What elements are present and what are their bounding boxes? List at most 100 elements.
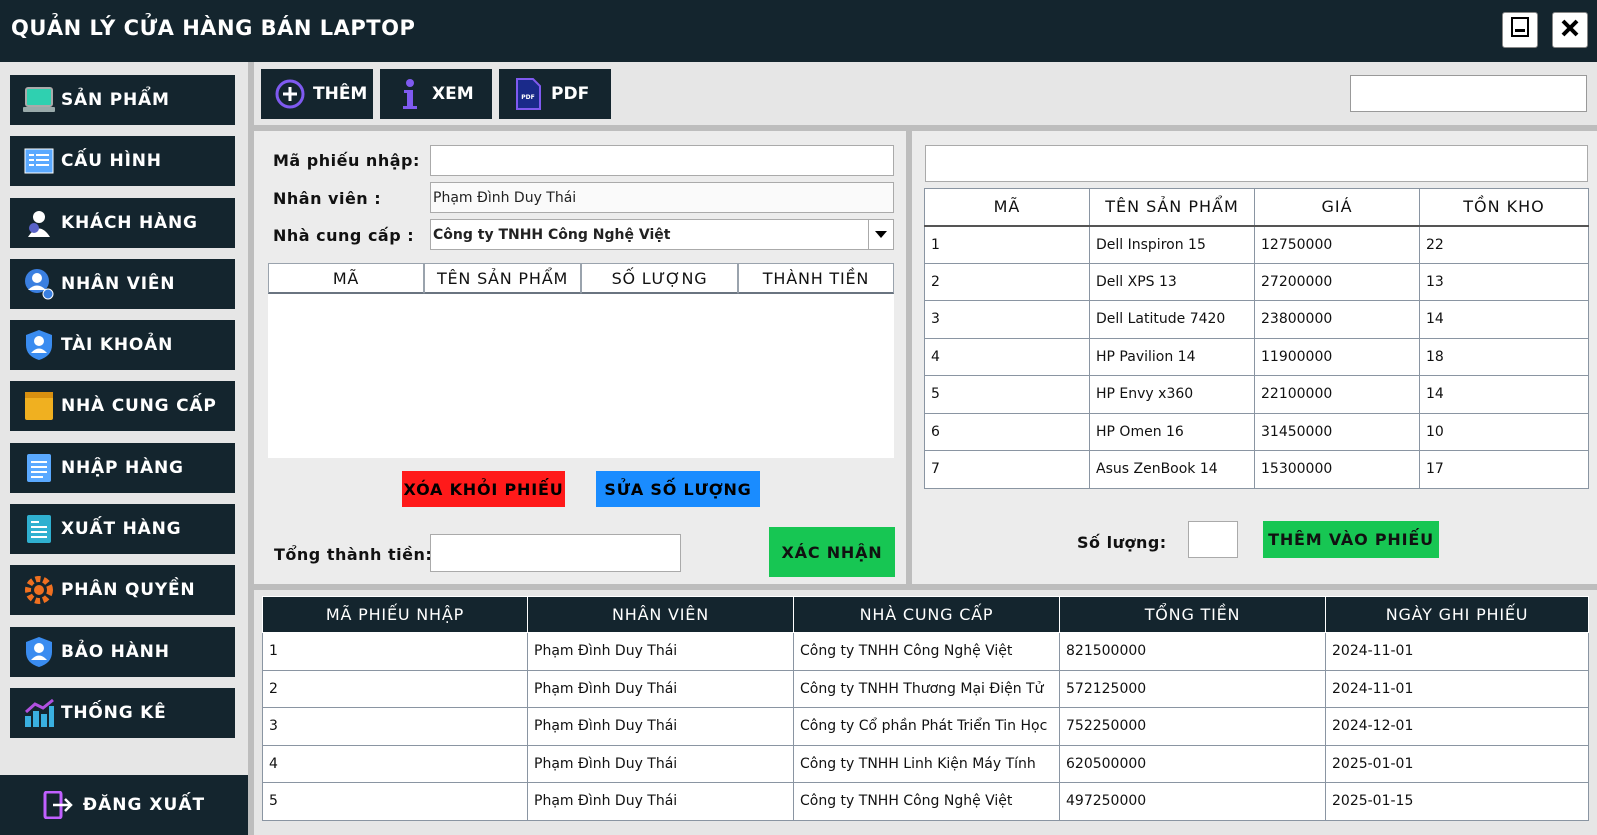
table-cell: 2 <box>924 262 1090 301</box>
table-cell: 5 <box>262 782 528 821</box>
table-cell: 2025-01-15 <box>1325 782 1589 821</box>
chevron-down-icon[interactable] <box>868 220 893 249</box>
column-header[interactable]: GIÁ <box>1254 188 1420 227</box>
receipt-items-table-body[interactable] <box>268 294 894 458</box>
sidebar: SẢN PHẨM CẤU HÌNH KHÁCH HÀNG NHÂN VIÊN T… <box>0 62 248 835</box>
table-row[interactable]: 1 Dell Inspiron 15 12750000 22 <box>924 225 1589 264</box>
pdf-label: PDF <box>551 84 590 104</box>
table-row[interactable]: 3 Phạm Đình Duy Thái Công ty Cổ phần Phát … <box>262 707 1589 746</box>
remove-from-receipt-button[interactable]: XÓA KHỎI PHIẾU <box>402 471 565 507</box>
document-icon <box>23 513 55 545</box>
logout-button[interactable]: ĐĂNG XUẤT <box>0 775 248 835</box>
table-cell: 27200000 <box>1254 262 1420 301</box>
sidebar-item-label: NHẬP HÀNG <box>61 458 184 478</box>
column-header[interactable]: NHÂN VIÊN <box>527 596 794 633</box>
column-header[interactable]: MÃ <box>924 188 1090 227</box>
table-cell: 14 <box>1419 300 1589 339</box>
logout-icon <box>43 791 73 819</box>
table-cell: Dell XPS 13 <box>1089 262 1255 301</box>
add-label: THÊM <box>313 84 368 104</box>
table-cell: 17 <box>1419 450 1589 489</box>
column-header[interactable]: TÊN SẢN PHẨM <box>424 263 581 294</box>
sidebar-item-statistics[interactable]: THỐNG KÊ <box>10 688 235 738</box>
table-cell: 3 <box>924 300 1090 339</box>
receipt-code-input[interactable] <box>430 145 894 176</box>
sidebar-item-label: CẤU HÌNH <box>61 151 162 171</box>
supplier-select[interactable]: Công ty TNHH Công Nghệ Việt <box>430 219 894 250</box>
column-header[interactable]: TỔNG TIỀN <box>1059 596 1326 633</box>
minimize-icon <box>1509 16 1531 44</box>
table-cell: 2 <box>262 669 528 708</box>
table-row[interactable]: 4 Phạm Đình Duy Thái Công ty TNHH Linh Kiệ… <box>262 744 1589 783</box>
table-row[interactable]: 5 Phạm Đình Duy Thái Công ty TNHH Công Ngh… <box>262 782 1589 821</box>
sidebar-item-config[interactable]: CẤU HÌNH <box>10 136 235 186</box>
quantity-label: Số lượng: <box>1077 533 1167 552</box>
search-input[interactable] <box>1350 75 1587 112</box>
products-table: MÃ TÊN SẢN PHẨM GIÁ TỒN KHO 1 Dell Inspiron … <box>924 188 1589 489</box>
edit-quantity-button[interactable]: SỬA SỐ LƯỢNG <box>596 471 760 507</box>
total-label: Tổng thành tiền: <box>274 545 433 564</box>
table-row[interactable]: 2 Dell XPS 13 27200000 13 <box>924 262 1589 301</box>
sidebar-item-employees[interactable]: NHÂN VIÊN <box>10 259 235 309</box>
pdf-button[interactable]: PDF PDF <box>499 69 611 119</box>
column-header[interactable]: SỐ LƯỢNG <box>581 263 738 294</box>
table-cell: 1 <box>262 632 528 671</box>
table-cell: 13 <box>1419 262 1589 301</box>
table-cell: 12750000 <box>1254 225 1420 264</box>
table-row[interactable]: 6 HP Omen 16 31450000 10 <box>924 412 1589 451</box>
table-cell: 31450000 <box>1254 412 1420 451</box>
table-row[interactable]: 5 HP Envy x360 22100000 14 <box>924 375 1589 414</box>
table-cell: 821500000 <box>1059 632 1326 671</box>
table-cell: 752250000 <box>1059 707 1326 746</box>
shield-user-icon <box>23 636 55 668</box>
product-search-input[interactable] <box>925 145 1588 182</box>
column-header[interactable]: THÀNH TIỀN <box>738 263 894 294</box>
table-cell: Phạm Đình Duy Thái <box>527 707 794 746</box>
column-header[interactable]: NGÀY GHI PHIẾU <box>1325 596 1589 633</box>
sidebar-item-warranty[interactable]: BẢO HÀNH <box>10 627 235 677</box>
add-to-receipt-button[interactable]: THÊM VÀO PHIẾU <box>1263 521 1439 558</box>
pdf-icon: PDF <box>515 78 541 110</box>
table-row[interactable]: 1 Phạm Đình Duy Thái Công ty TNHH Công Ngh… <box>262 632 1589 671</box>
table-row[interactable]: 2 Phạm Đình Duy Thái Công ty TNHH Thương M… <box>262 669 1589 708</box>
sidebar-item-export[interactable]: XUẤT HÀNG <box>10 504 235 554</box>
table-cell: Phạm Đình Duy Thái <box>527 669 794 708</box>
table-cell: 6 <box>924 412 1090 451</box>
column-header[interactable]: MÃ <box>268 263 424 294</box>
table-cell: Dell Inspiron 15 <box>1089 225 1255 264</box>
receipt-code-label: Mã phiếu nhập: <box>273 151 420 170</box>
sidebar-item-suppliers[interactable]: NHÀ CUNG CẤP <box>10 381 235 431</box>
column-header[interactable]: TỒN KHO <box>1419 188 1589 227</box>
sidebar-item-customers[interactable]: KHÁCH HÀNG <box>10 198 235 248</box>
receipts-table: MÃ PHIẾU NHẬP NHÂN VIÊN NHÀ CUNG CẤP TỔNG T… <box>262 596 1589 821</box>
confirm-button[interactable]: XÁC NHẬN <box>769 527 895 577</box>
quantity-input[interactable] <box>1188 521 1238 558</box>
table-row[interactable]: 3 Dell Latitude 7420 23800000 14 <box>924 300 1589 339</box>
minimize-button[interactable] <box>1502 12 1538 48</box>
table-cell: Phạm Đình Duy Thái <box>527 782 794 821</box>
table-row[interactable]: 7 Asus ZenBook 14 15300000 17 <box>924 450 1589 489</box>
table-cell: Dell Latitude 7420 <box>1089 300 1255 339</box>
column-header[interactable]: TÊN SẢN PHẨM <box>1089 188 1255 227</box>
column-header[interactable]: MÃ PHIẾU NHẬP <box>262 596 528 633</box>
table-cell: 15300000 <box>1254 450 1420 489</box>
shield-user-icon <box>23 329 55 361</box>
sidebar-item-import[interactable]: NHẬP HÀNG <box>10 443 235 493</box>
logout-label: ĐĂNG XUẤT <box>82 795 206 815</box>
employee-field: Phạm Đình Duy Thái <box>430 182 894 213</box>
sidebar-item-label: PHÂN QUYỀN <box>61 580 196 600</box>
sidebar-item-products[interactable]: SẢN PHẨM <box>10 75 235 125</box>
view-button[interactable]: XEM <box>380 69 492 119</box>
sidebar-item-permissions[interactable]: PHÂN QUYỀN <box>10 565 235 615</box>
sidebar-item-accounts[interactable]: TÀI KHOẢN <box>10 320 235 370</box>
add-button[interactable]: THÊM <box>261 69 373 119</box>
table-cell: Công ty TNHH Linh Kiện Máy Tính <box>793 744 1060 783</box>
sidebar-item-label: TÀI KHOẢN <box>61 335 174 355</box>
column-header[interactable]: NHÀ CUNG CẤP <box>793 596 1060 633</box>
close-button[interactable] <box>1552 12 1588 48</box>
table-row[interactable]: 4 HP Pavilion 14 11900000 18 <box>924 337 1589 376</box>
table-cell: HP Pavilion 14 <box>1089 337 1255 376</box>
laptop-icon <box>23 84 55 116</box>
supplier-label: Nhà cung cấp : <box>273 226 415 245</box>
table-cell: 2024-12-01 <box>1325 707 1589 746</box>
